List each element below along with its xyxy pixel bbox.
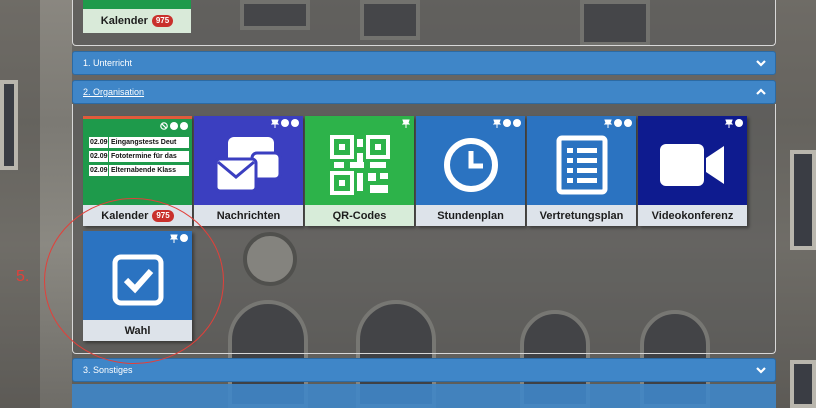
tile-vertretungsplan[interactable]: Vertretungsplan <box>527 116 636 226</box>
calendar-event: 02.09 Fototermine für das <box>89 151 189 162</box>
tile-label: Vertretungsplan <box>539 209 624 222</box>
section-title: 2. Organisation <box>83 87 145 97</box>
tile-label: QR-Codes <box>332 209 387 222</box>
tile-label: Stundenplan <box>437 209 504 222</box>
section-title: 3. Sonstiges <box>83 365 133 375</box>
tile-stundenplan[interactable]: Stundenplan <box>416 116 525 226</box>
tile-videokonferenz[interactable]: Videokonferenz <box>638 116 747 226</box>
highlight-circle <box>44 198 224 364</box>
qr-code-icon <box>329 135 390 195</box>
calendar-event: 02.09 Eingangstests Deut <box>89 137 189 148</box>
annotation-label: 5. <box>16 268 30 285</box>
tile-label: Kalender <box>100 15 148 27</box>
clock-icon <box>443 138 498 192</box>
calendar-events: 02.09 Eingangstests Deut 02.09 Fototermine… <box>89 137 189 179</box>
tile-qr-codes[interactable]: QR-Codes <box>305 116 414 226</box>
section-title: 1. Unterricht <box>83 58 133 68</box>
hide-icon[interactable] <box>160 122 168 130</box>
count-badge: 975 <box>151 15 174 27</box>
chevron-down-icon <box>756 367 766 374</box>
calendar-event: 02.09 Elternabende Klass <box>89 165 189 176</box>
list-document-icon <box>556 135 607 195</box>
tile-label: Videokonferenz <box>651 209 734 222</box>
section-header-unterricht[interactable]: 1. Unterricht <box>72 51 776 75</box>
section-header-organisation[interactable]: 2. Organisation <box>72 80 776 104</box>
tile-nachrichten[interactable]: Nachrichten <box>194 116 303 226</box>
tile-kalender-top[interactable]: Kalender 975 <box>83 0 191 33</box>
settings-icon[interactable] <box>180 122 188 130</box>
tile-label: Nachrichten <box>216 209 281 222</box>
chevron-down-icon <box>756 60 766 67</box>
chevron-up-icon <box>756 88 766 95</box>
video-camera-icon <box>659 144 724 186</box>
next-bar <box>72 384 776 408</box>
info-icon[interactable] <box>170 122 178 130</box>
section-header-sonstiges[interactable]: 3. Sonstiges <box>72 358 776 382</box>
messages-icon <box>214 137 281 193</box>
